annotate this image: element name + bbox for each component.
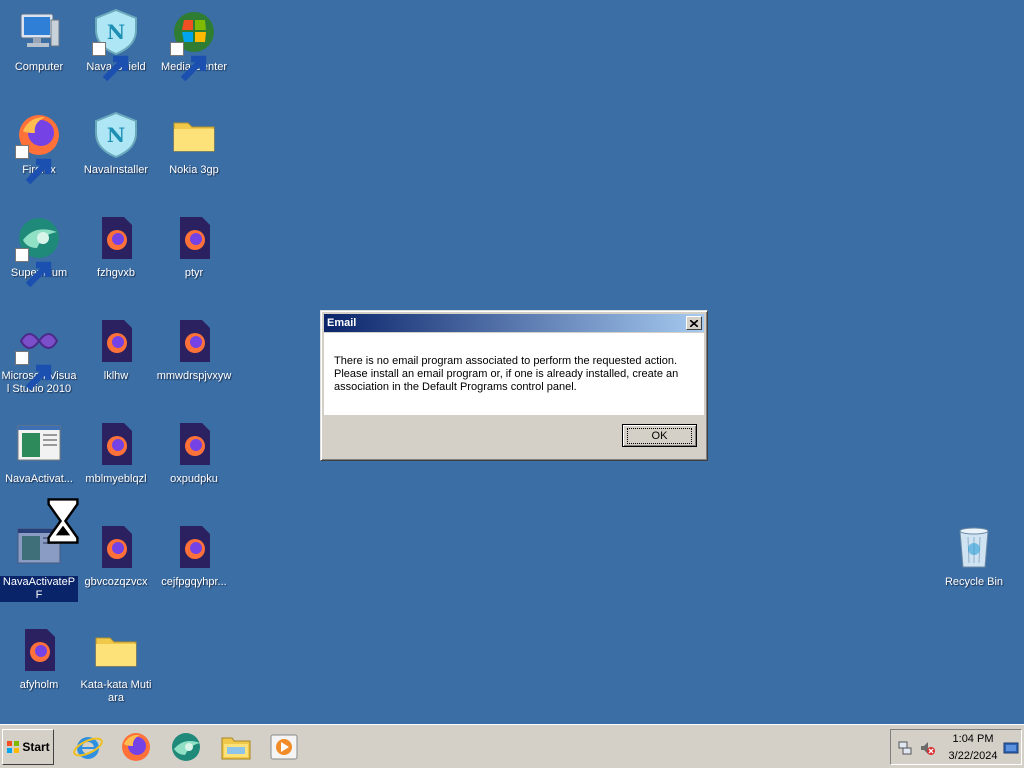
dialog-message: There is no email program associated to …: [334, 355, 679, 393]
taskbar: Start 1:04 PM 3/22/2024: [0, 724, 1024, 768]
volume-muted-icon[interactable]: [919, 740, 935, 756]
firefox-document-icon: [92, 523, 140, 571]
windows-logo-icon: [7, 741, 20, 753]
svg-text:N: N: [107, 20, 125, 44]
firefox-document-icon: [92, 420, 140, 468]
network-icon[interactable]: [897, 740, 913, 756]
desktop-icon-nokia-3gp[interactable]: Nokia 3gp: [155, 111, 233, 177]
shield-icon: N: [92, 111, 140, 159]
quick-launch-supermium[interactable]: [170, 731, 202, 763]
dialog-title: Email: [327, 317, 357, 329]
icon-label: Computer: [14, 61, 64, 73]
desktop-icon-recycle-bin[interactable]: Recycle Bin: [935, 523, 1013, 589]
folder-icon: [92, 626, 140, 674]
media-player-icon: [270, 734, 298, 760]
start-label: Start: [22, 740, 50, 754]
show-desktop-icon[interactable]: [1003, 740, 1019, 756]
supermium-icon: [15, 214, 63, 288]
desktop-icon-lklhw[interactable]: lklhw: [77, 317, 155, 383]
svg-text:N: N: [107, 123, 125, 147]
icon-label: lklhw: [103, 370, 129, 382]
shortcut-arrow-icon: [15, 248, 52, 288]
start-button[interactable]: Start: [2, 729, 54, 765]
desktop-icon-fzhgvxb[interactable]: fzhgvxb: [77, 214, 155, 280]
firefox-document-icon: [170, 317, 218, 365]
dialog-message-area: There is no email program associated to …: [324, 333, 704, 415]
shortcut-arrow-icon: [15, 145, 52, 185]
desktop-icon-kata-kata-mutiara[interactable]: Kata-kata Mutiara: [77, 626, 155, 705]
firefox-icon: [15, 111, 63, 185]
application-window-icon: [15, 420, 63, 468]
quick-launch-firefox[interactable]: [120, 731, 152, 763]
ie-icon: [73, 737, 103, 759]
desktop-icon-ptyr[interactable]: ptyr: [155, 214, 233, 280]
desktop-icon-cejfpgqyhpr[interactable]: cejfpgqyhpr...: [155, 523, 233, 589]
firefox-document-icon: [92, 317, 140, 365]
desktop-icon-mmwdrspjvxyw[interactable]: mmwdrspjvxyw: [155, 317, 233, 383]
media-center-icon: [170, 8, 218, 82]
email-dialog: Email There is no email program associat…: [320, 310, 708, 461]
computer-icon: [15, 8, 63, 56]
icon-label: oxpudpku: [170, 473, 218, 485]
firefox-document-icon: [92, 214, 140, 262]
firefox-document-icon: [170, 523, 218, 571]
firefox-icon: [122, 733, 150, 761]
icon-label: Nokia 3gp: [169, 164, 219, 176]
firefox-document-icon: [170, 214, 218, 262]
close-icon: [690, 319, 698, 327]
icon-label: fzhgvxb: [97, 267, 135, 279]
icon-label: NavaActivat...: [5, 473, 73, 485]
desktop-icon-nava-shield[interactable]: N Nava Shield: [77, 8, 155, 82]
shortcut-arrow-icon: [170, 42, 207, 82]
quick-launch-ie[interactable]: [72, 731, 104, 763]
desktop-icon-firefox[interactable]: Firefox: [0, 111, 78, 185]
clock-time[interactable]: 1:04 PM: [943, 733, 1003, 745]
icon-label: gbvcozqzvcx: [84, 576, 148, 588]
icon-label: mblmyeblqzl: [85, 473, 147, 485]
ok-button-label: OK: [626, 427, 693, 444]
explorer-folder-icon: [221, 737, 251, 760]
desktop-icon-computer[interactable]: Computer: [0, 8, 78, 74]
shield-icon: N: [92, 8, 140, 82]
visual-studio-icon: [15, 317, 63, 391]
desktop-icon-oxpudpku[interactable]: oxpudpku: [155, 420, 233, 486]
application-window-icon: [15, 498, 79, 571]
firefox-document-icon: [15, 626, 63, 674]
quick-launch-explorer[interactable]: [220, 731, 252, 763]
supermium-icon: [172, 733, 200, 761]
desktop-icon-media-center[interactable]: Media Center: [155, 8, 233, 82]
shortcut-arrow-icon: [15, 351, 52, 391]
hourglass-cursor-icon: [39, 497, 79, 544]
firefox-document-icon: [170, 420, 218, 468]
ok-button[interactable]: OK: [622, 424, 697, 447]
close-button[interactable]: [686, 316, 702, 330]
icon-label: Recycle Bin: [944, 576, 1004, 588]
clock-date[interactable]: 3/22/2024: [943, 750, 1003, 762]
desktop-icon-navainstaller[interactable]: N NavaInstaller: [77, 111, 155, 177]
folder-icon: [170, 111, 218, 159]
icon-label: Kata-kata Mutiara: [80, 679, 152, 704]
quick-launch-media-player[interactable]: [268, 731, 300, 763]
icon-label: ptyr: [184, 267, 204, 279]
recycle-bin-icon: [950, 523, 998, 571]
desktop-icon-navaactivatepf[interactable]: NavaActivatePF: [0, 498, 79, 602]
desktop-icon-visual-studio[interactable]: Microsoft Visual Studio 2010: [0, 317, 78, 396]
icon-label: mmwdrspjvxyw: [156, 370, 232, 382]
desktop-icon-navaactivat[interactable]: NavaActivat...: [0, 420, 78, 486]
system-tray: 1:04 PM 3/22/2024: [890, 729, 1022, 765]
shortcut-arrow-icon: [92, 42, 129, 82]
dialog-title-bar[interactable]: Email: [324, 314, 704, 332]
desktop-icon-gbvcozqzvcx[interactable]: gbvcozqzvcx: [77, 523, 155, 589]
icon-label: NavaInstaller: [83, 164, 149, 176]
desktop-icon-supermium[interactable]: Supermium: [0, 214, 78, 288]
desktop-icon-afyholm[interactable]: afyholm: [0, 626, 78, 692]
icon-label: cejfpgqyhpr...: [161, 576, 227, 588]
icon-label: afyholm: [19, 679, 59, 691]
desktop-icon-mblmyeblqzl[interactable]: mblmyeblqzl: [77, 420, 155, 486]
icon-label: NavaActivatePF: [0, 576, 78, 602]
